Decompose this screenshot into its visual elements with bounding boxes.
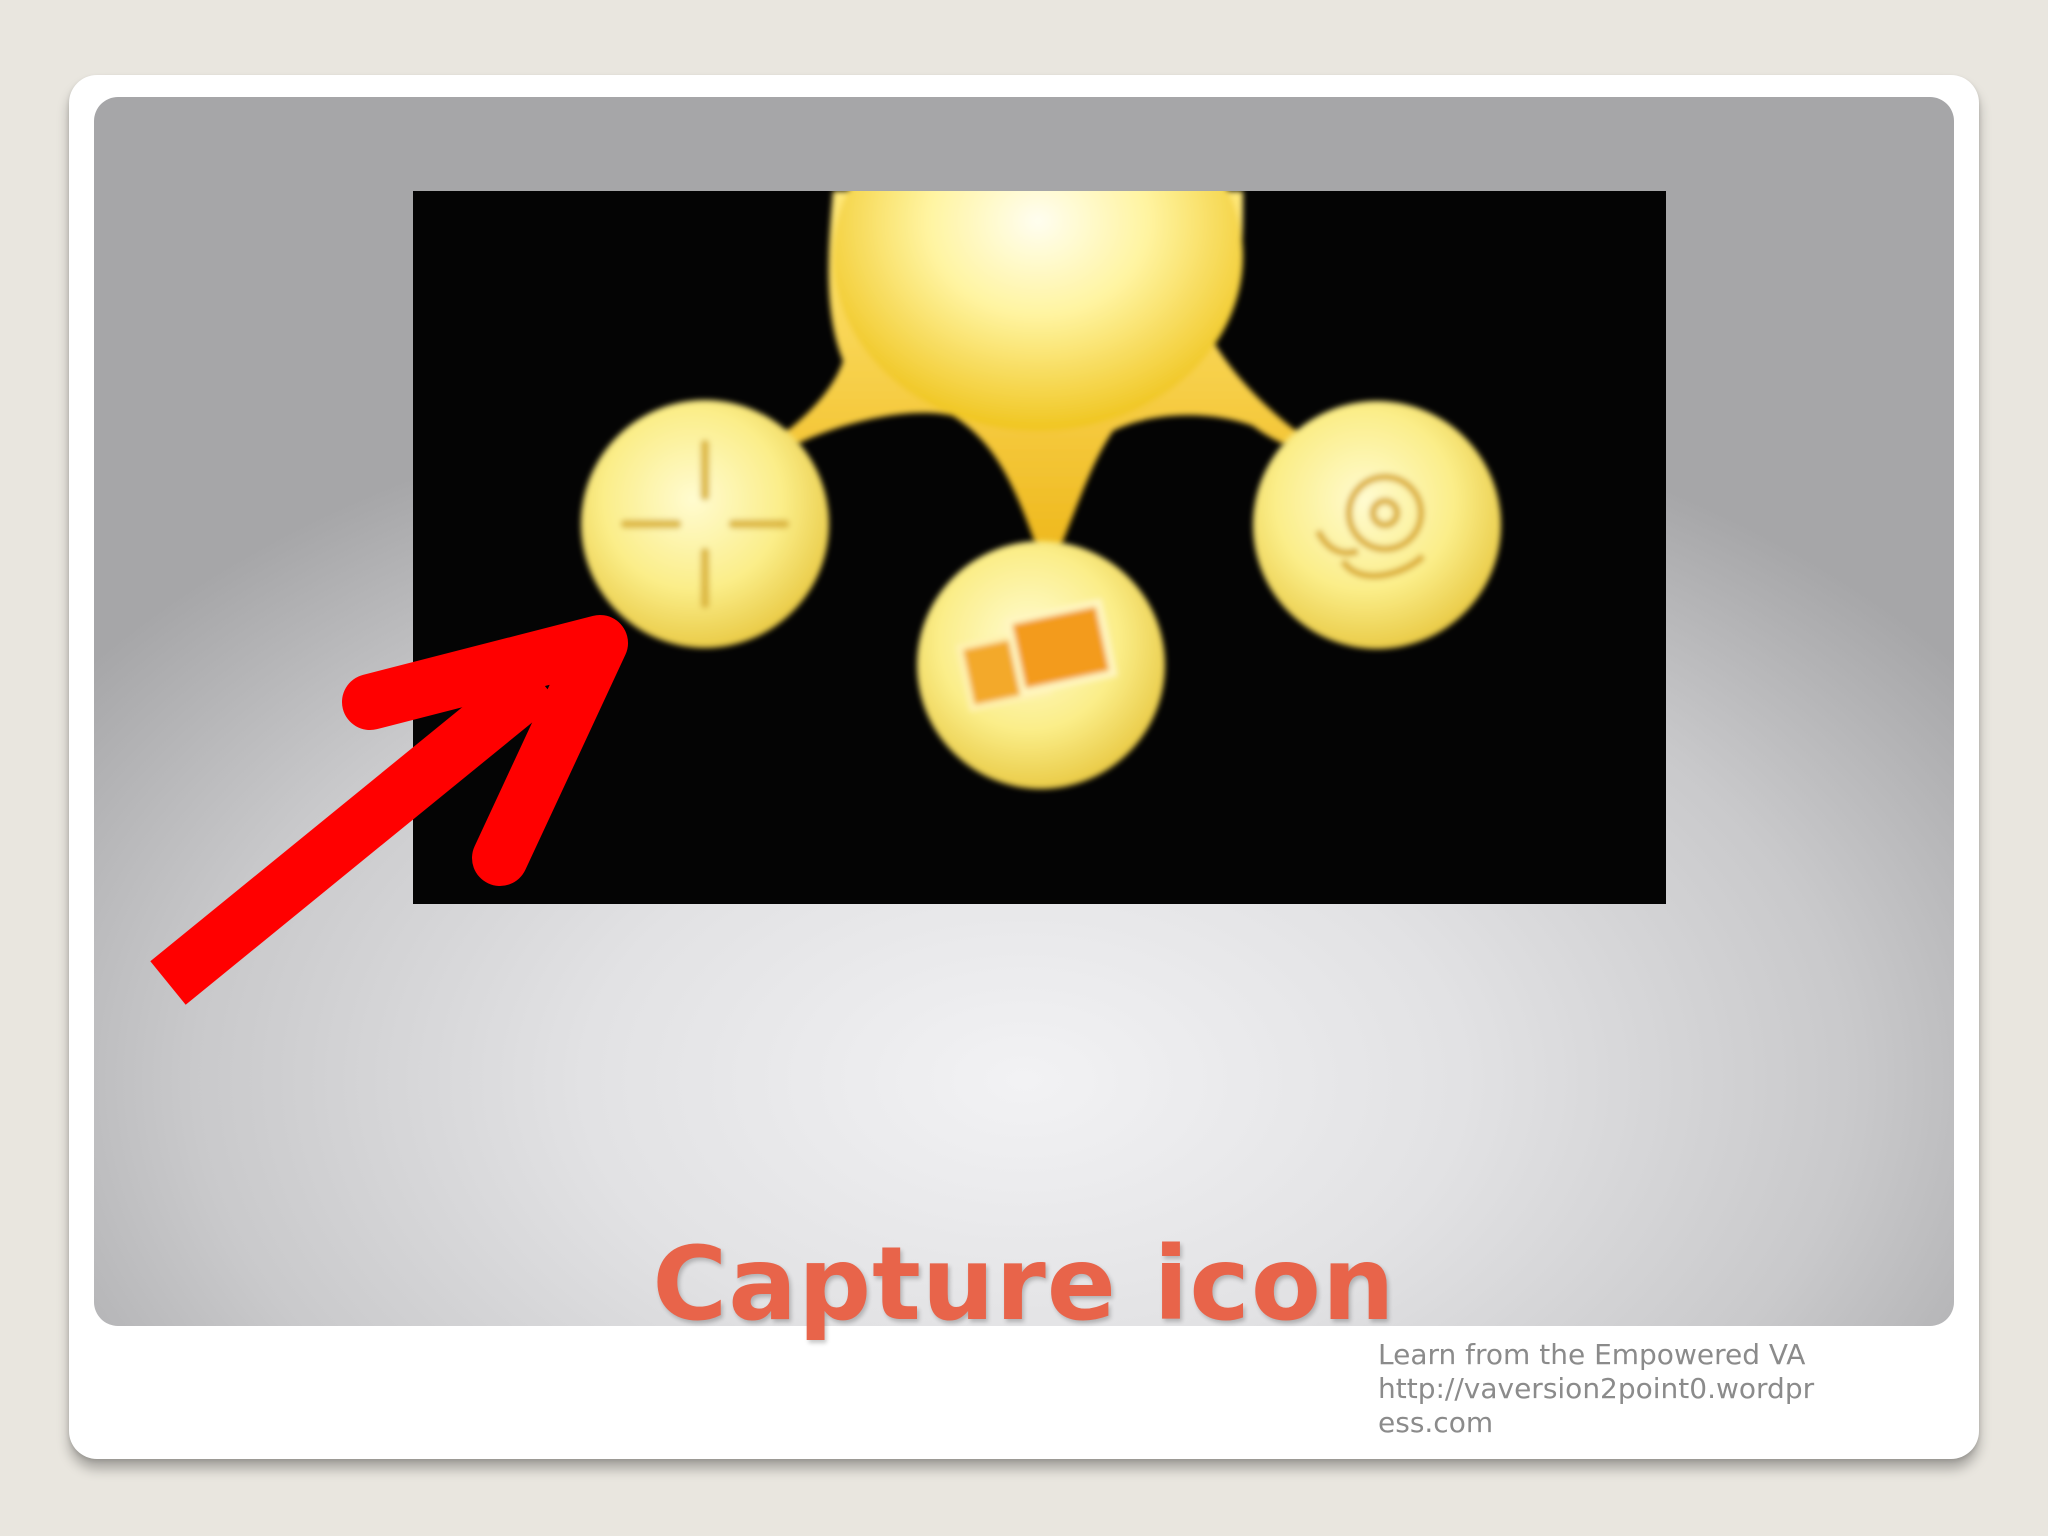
- gear-icon: [1253, 401, 1501, 649]
- crosshair-icon: [581, 400, 829, 648]
- footer-line-3: ess.com: [1378, 1406, 1494, 1439]
- slide-footer-credit: Learn from the Empowered VA http://vaver…: [1378, 1338, 1878, 1440]
- footer-line-1: Learn from the Empowered VA: [1378, 1338, 1806, 1371]
- photos-icon: [917, 541, 1165, 789]
- app-screenshot-image: [413, 191, 1666, 904]
- footer-line-2: http://vaversion2point0.wordpr: [1378, 1372, 1815, 1405]
- slide-title: Capture icon: [652, 1225, 1396, 1344]
